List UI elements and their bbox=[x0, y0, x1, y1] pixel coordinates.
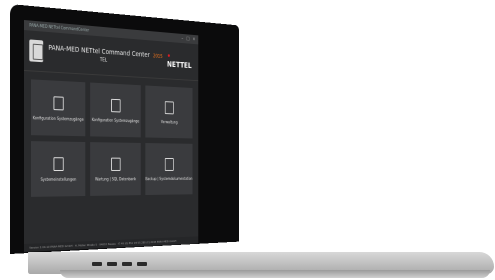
tile-label: Konfiguration Systemzugänge bbox=[91, 116, 140, 123]
tile-grid: Konfiguration Systemzugänge Konfiguratio… bbox=[24, 71, 198, 205]
brand-name: NETTEL bbox=[167, 60, 192, 70]
window-controls: – □ × bbox=[181, 34, 198, 44]
app-title-block: PANA-MED NETtel Command Center 2015 TEL bbox=[48, 44, 162, 67]
port-icon bbox=[137, 262, 147, 266]
tile-label: Konfiguration Systemzugänge bbox=[32, 114, 84, 122]
app-logo-icon bbox=[29, 39, 44, 63]
tile-label: Backup | Systemdokumentation bbox=[145, 175, 193, 181]
backup-icon bbox=[164, 157, 174, 171]
status-bar: Version 2.04.10 PANA-MED GmbH · H. Mülle… bbox=[24, 236, 199, 252]
laptop-ports bbox=[92, 262, 147, 266]
tile-konfiguration-1[interactable]: Konfiguration Systemzugänge bbox=[31, 79, 86, 137]
laptop-base-edge bbox=[60, 270, 490, 278]
brand-mark-icon: • bbox=[167, 51, 171, 61]
tile-label: Wartung | SQL Datenbank bbox=[95, 176, 137, 181]
port-icon bbox=[107, 262, 117, 266]
tile-label: Systemeinstellungen bbox=[40, 176, 77, 182]
tile-konfiguration-2[interactable]: Konfiguration Systemzugänge bbox=[90, 82, 141, 138]
database-icon bbox=[111, 157, 121, 171]
minimize-button[interactable]: – bbox=[181, 34, 183, 43]
window-icon bbox=[164, 100, 174, 114]
port-icon bbox=[92, 262, 102, 266]
tool-icon bbox=[53, 95, 64, 110]
app-title-year: 2015 bbox=[153, 53, 163, 60]
laptop-mockup: PANA-MED NETtel CommandCenter – □ × PANA… bbox=[0, 0, 495, 280]
tile-label: Verwaltung bbox=[160, 118, 178, 125]
close-button[interactable]: × bbox=[192, 35, 195, 44]
brand-logo: • NETTEL bbox=[167, 52, 194, 70]
port-icon bbox=[122, 262, 132, 266]
app-window: PANA-MED NETtel CommandCenter – □ × PANA… bbox=[24, 20, 199, 252]
maximize-button[interactable]: □ bbox=[186, 34, 189, 43]
tile-backup[interactable]: Backup | Systemdokumentation bbox=[145, 143, 193, 196]
tile-systemeinstellungen[interactable]: Systemeinstellungen bbox=[31, 141, 86, 197]
tile-verwaltung[interactable]: Verwaltung bbox=[145, 85, 193, 139]
settings-icon bbox=[111, 98, 121, 112]
tile-wartung[interactable]: Wartung | SQL Datenbank bbox=[90, 142, 141, 196]
user-icon bbox=[53, 156, 64, 171]
